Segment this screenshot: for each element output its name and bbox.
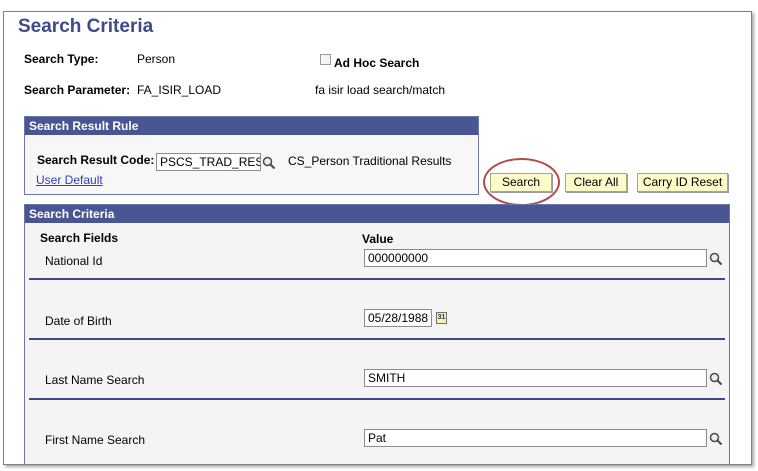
first-name-search-input[interactable]: Pat: [364, 429, 707, 447]
last-name-search-label: Last Name Search: [45, 373, 145, 387]
search-parameter-value: FA_ISIR_LOAD: [137, 83, 222, 97]
search-result-rule-header: Search Result Rule: [25, 117, 478, 135]
search-result-rule-box: Search Result Rule Search Result Code: P…: [24, 116, 479, 195]
search-result-code-input[interactable]: PSCS_TRAD_RES: [156, 153, 261, 171]
search-result-code-lookup-icon[interactable]: [262, 156, 276, 170]
row-separator: [29, 398, 725, 400]
row-separator: [29, 278, 725, 280]
last-name-search-input[interactable]: SMITH: [364, 369, 707, 387]
date-of-birth-input[interactable]: 05/28/1988: [364, 309, 432, 327]
search-parameter-label: Search Parameter:: [24, 83, 131, 97]
ad-hoc-search-label: Ad Hoc Search: [334, 56, 420, 70]
last-name-lookup-icon[interactable]: [709, 372, 723, 386]
national-id-input[interactable]: 000000000: [364, 249, 707, 267]
search-type-label: Search Type:: [24, 52, 99, 66]
search-result-code-description: CS_Person Traditional Results: [288, 154, 452, 168]
carry-id-reset-button[interactable]: Carry ID Reset: [637, 173, 728, 192]
search-fields-column-header: Search Fields: [40, 231, 119, 245]
search-type-value: Person: [137, 52, 176, 66]
date-of-birth-label: Date of Birth: [45, 314, 112, 328]
value-column-header: Value: [362, 232, 394, 246]
page-title: Search Criteria: [18, 16, 154, 37]
ad-hoc-search-checkbox[interactable]: [320, 54, 331, 65]
user-default-link[interactable]: User Default: [36, 173, 103, 187]
search-criteria-header: Search Criteria: [25, 205, 729, 223]
row-separator: [29, 338, 725, 340]
search-parameter-description: fa isir load search/match: [315, 83, 446, 97]
calendar-icon[interactable]: 31: [436, 312, 447, 324]
national-id-lookup-icon[interactable]: [709, 252, 723, 266]
search-criteria-page: Search Criteria Search Type: Person Ad H…: [3, 11, 752, 465]
search-result-code-label: Search Result Code:: [37, 153, 155, 167]
first-name-lookup-icon[interactable]: [709, 432, 723, 446]
first-name-search-label: First Name Search: [45, 433, 146, 447]
search-button[interactable]: Search: [490, 173, 552, 192]
search-criteria-box: Search Criteria Search Fields Value Nati…: [24, 204, 730, 464]
national-id-label: National Id: [45, 254, 103, 268]
clear-all-button[interactable]: Clear All: [565, 173, 627, 192]
